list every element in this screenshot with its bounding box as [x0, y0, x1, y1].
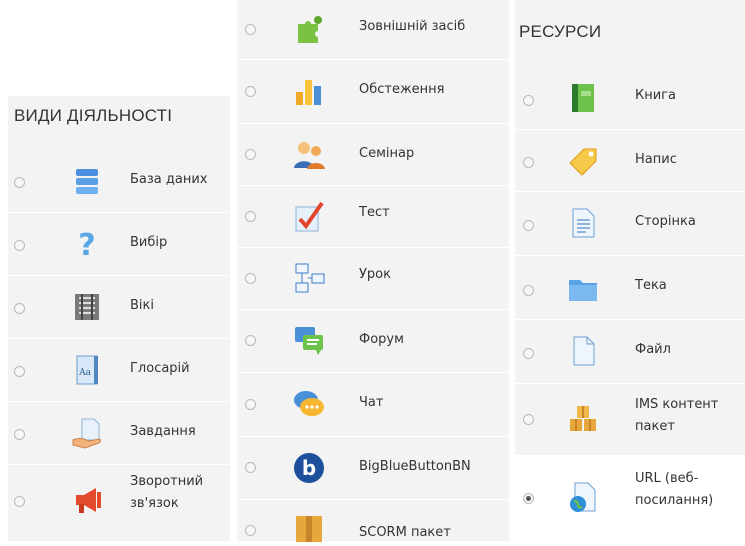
radio-quiz[interactable] [245, 211, 256, 222]
activity-item-feedback[interactable]: Зворотний зв'язок [8, 465, 230, 541]
radio-lesson[interactable] [245, 273, 256, 284]
resource-item-book[interactable]: Книга [515, 66, 745, 130]
radio-feedback[interactable] [14, 496, 25, 507]
radio-scorm[interactable] [245, 525, 256, 536]
resource-label: Тека [635, 278, 667, 293]
activity-label: Урок [359, 267, 391, 282]
folder-icon [566, 271, 600, 305]
activity-label: Чат [359, 395, 384, 410]
radio-choice[interactable] [14, 240, 25, 251]
file-icon [566, 334, 600, 368]
activity-item-lesson[interactable]: Урок [237, 248, 509, 310]
svg-text:Aa: Aa [78, 368, 91, 378]
external-tool-puzzle-icon [292, 12, 326, 46]
activity-label: Зовнішній засіб [359, 19, 466, 34]
resource-item-ims[interactable]: IMS контент пакет [515, 384, 745, 456]
activities-heading: ВИДИ ДІЯЛЬНОСТІ [14, 106, 173, 125]
svg-text:?: ? [78, 228, 95, 261]
glossary-icon: Aa [70, 353, 104, 387]
url-globe-icon [566, 480, 600, 514]
activity-item-bigbluebutton[interactable]: b BigBlueButtonBN [237, 437, 509, 500]
activity-item-wiki[interactable]: Вікі [8, 276, 230, 339]
activities-continued-panel: Зовнішній засіб Обстеження Семінар Тест … [237, 0, 509, 542]
activity-item-quiz[interactable]: Тест [237, 186, 509, 248]
activity-item-scorm[interactable]: SCORM пакет [237, 500, 509, 542]
radio-bigbluebutton[interactable] [245, 462, 256, 473]
radio-file[interactable] [523, 348, 534, 359]
radio-ims[interactable] [523, 414, 534, 425]
page-icon [566, 206, 600, 240]
wiki-icon [70, 290, 104, 324]
activity-label: Зворотний зв'язок [130, 474, 204, 512]
forum-bubbles-icon [292, 323, 326, 357]
radio-page[interactable] [523, 220, 534, 231]
resources-heading: РЕСУРСИ [519, 22, 602, 41]
chat-bubble-icon [292, 387, 326, 421]
activity-item-chat[interactable]: Чат [237, 373, 509, 437]
radio-survey[interactable] [245, 86, 256, 97]
radio-folder[interactable] [523, 285, 534, 296]
radio-label[interactable] [523, 157, 534, 168]
activity-label: Обстеження [359, 82, 445, 97]
activity-label: Глосарій [130, 361, 190, 376]
activity-label: Форум [359, 332, 404, 347]
resource-item-page[interactable]: Сторінка [515, 192, 745, 256]
activity-item-assignment[interactable]: Завдання [8, 402, 230, 465]
radio-chat[interactable] [245, 399, 256, 410]
activity-item-external-tool[interactable]: Зовнішній засіб [237, 0, 509, 60]
database-icon [70, 164, 104, 198]
book-icon [566, 81, 600, 115]
activity-item-database[interactable]: База даних [8, 150, 230, 213]
activity-label: Тест [359, 205, 390, 220]
activity-item-choice[interactable]: ? Вибір [8, 213, 230, 276]
activity-item-glossary[interactable]: Aa Глосарій [8, 339, 230, 402]
resource-label: Файл [635, 342, 671, 357]
radio-glossary[interactable] [14, 366, 25, 377]
radio-book[interactable] [523, 95, 534, 106]
feedback-megaphone-icon [70, 483, 104, 517]
ims-package-icon [566, 401, 600, 435]
resource-item-label[interactable]: Напис [515, 130, 745, 192]
activity-label: Семінар [359, 146, 415, 161]
radio-assignment[interactable] [14, 429, 25, 440]
label-tag-icon [566, 143, 600, 177]
bigbluebutton-icon: b [292, 451, 326, 485]
radio-forum[interactable] [245, 335, 256, 346]
activity-item-forum[interactable]: Форум [237, 310, 509, 373]
resource-label: URL (веб-посилання) [635, 471, 714, 509]
radio-wiki[interactable] [14, 303, 25, 314]
activity-item-survey[interactable]: Обстеження [237, 60, 509, 124]
activity-label: Завдання [130, 424, 196, 439]
resource-item-folder[interactable]: Тека [515, 256, 745, 320]
activity-label: BigBlueButtonBN [359, 459, 471, 474]
activity-item-workshop[interactable]: Семінар [237, 124, 509, 186]
activity-label: База даних [130, 172, 208, 187]
svg-text:b: b [302, 456, 316, 480]
resource-label: Сторінка [635, 214, 696, 229]
resource-label: Напис [635, 152, 677, 167]
radio-external-tool[interactable] [245, 24, 256, 35]
quiz-check-icon [292, 199, 326, 233]
lesson-flow-icon [292, 261, 326, 295]
radio-url[interactable] [523, 493, 534, 504]
survey-chart-icon [292, 74, 326, 108]
radio-database[interactable] [14, 177, 25, 188]
workshop-people-icon [292, 137, 326, 171]
activity-label: Вікі [130, 298, 154, 313]
activity-label: Вибір [130, 235, 168, 250]
resource-label: Книга [635, 88, 676, 103]
resource-label: IMS контент пакет [635, 397, 719, 435]
resource-item-url[interactable]: URL (веб-посилання) [515, 456, 745, 541]
assignment-icon [70, 416, 104, 450]
resource-item-file[interactable]: Файл [515, 320, 745, 384]
radio-workshop[interactable] [245, 149, 256, 160]
activities-panel: ВИДИ ДІЯЛЬНОСТІ База даних ? Вибір Вікі … [8, 96, 230, 541]
resources-panel: РЕСУРСИ Книга Напис Сторінка Тека Файл I… [515, 0, 745, 541]
choice-question-icon: ? [70, 227, 104, 261]
